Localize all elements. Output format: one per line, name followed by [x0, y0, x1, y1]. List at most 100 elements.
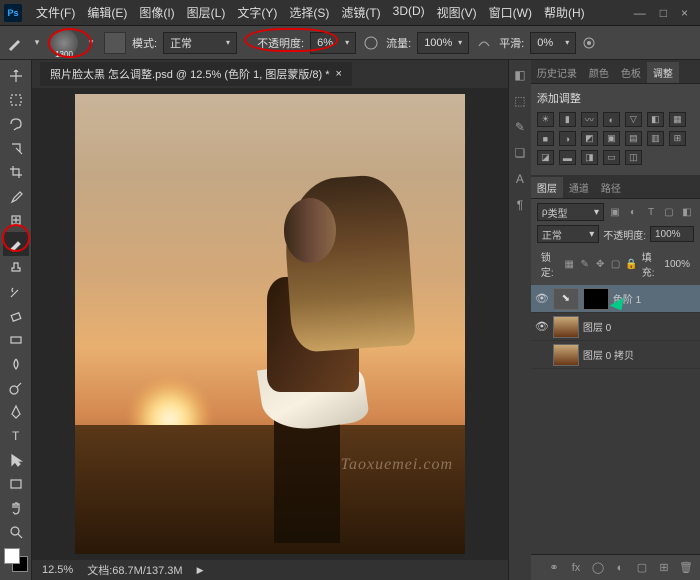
bw-icon[interactable]: ◑ [559, 131, 576, 146]
blend-mode-dropdown[interactable]: 正常▾ [537, 225, 599, 243]
menu-item[interactable]: 编辑(E) [81, 4, 133, 21]
group-icon[interactable]: ▢ [634, 560, 650, 576]
layer-fill-input[interactable]: 100% [664, 259, 690, 270]
close-icon[interactable]: × [336, 68, 342, 80]
link-layers-icon[interactable]: ⚭ [546, 560, 562, 576]
menu-item[interactable]: 选择(S) [283, 4, 335, 21]
chevron-down-icon[interactable]: ▾ [84, 31, 98, 55]
layer-row[interactable]: 图层 0 拷贝 [531, 341, 700, 369]
lock-pixels-icon[interactable]: ✎ [579, 257, 590, 271]
brightness-icon[interactable]: ☀ [537, 112, 554, 127]
adjustment-icon[interactable]: ◧ [647, 112, 664, 127]
hand-tool[interactable] [3, 496, 29, 520]
brush-preview[interactable]: 1300 [50, 29, 78, 57]
stamp-tool[interactable] [3, 256, 29, 280]
shape-tool[interactable] [3, 472, 29, 496]
panel-icon[interactable]: ✎ [511, 118, 529, 136]
posterize-icon[interactable]: ▬ [559, 150, 576, 165]
gradient-map-icon[interactable]: ▭ [603, 150, 620, 165]
smooth-input[interactable]: 0%▾ [530, 32, 576, 54]
history-brush-tool[interactable] [3, 280, 29, 304]
filter-icon[interactable]: ◐ [626, 205, 640, 219]
maximize-button[interactable]: □ [660, 6, 667, 20]
trash-icon[interactable]: 🗑 [678, 560, 694, 576]
channel-mixer-icon[interactable]: ▣ [603, 131, 620, 146]
minimize-button[interactable]: — [634, 6, 646, 20]
lock-transparency-icon[interactable]: ▦ [564, 257, 575, 271]
pressure-opacity-icon[interactable] [362, 34, 380, 52]
new-layer-icon[interactable]: ⊞ [656, 560, 672, 576]
layers-list[interactable]: 👁⬊色阶 1👁图层 0图层 0 拷贝 [531, 285, 700, 554]
canvas-area[interactable]: Taoxuemei.com [32, 88, 508, 560]
panel-tab[interactable]: 历史记录 [531, 62, 583, 83]
type-panel-icon[interactable]: A [511, 170, 529, 188]
menu-item[interactable]: 帮助(H) [538, 4, 591, 21]
chevron-down-icon[interactable]: ▾ [30, 31, 44, 55]
opacity-input[interactable]: 6%▾ [310, 32, 356, 54]
curves-icon[interactable]: 〰 [581, 112, 598, 127]
airbrush-icon[interactable] [475, 34, 493, 52]
panel-tab[interactable]: 调整 [647, 62, 679, 83]
layer-row[interactable]: 👁⬊色阶 1 [531, 285, 700, 313]
filter-icon[interactable]: T [644, 205, 658, 219]
document-tab[interactable]: 照片脸太黑 怎么调整.psd @ 12.5% (色阶 1, 图层蒙版/8) * … [40, 62, 352, 86]
eyedropper-tool[interactable] [3, 184, 29, 208]
quick-select-tool[interactable] [3, 136, 29, 160]
panel-tab[interactable]: 通道 [563, 177, 595, 198]
menu-item[interactable]: 3D(D) [387, 4, 431, 21]
menu-item[interactable]: 文字(Y) [231, 4, 283, 21]
path-select-tool[interactable] [3, 448, 29, 472]
blend-mode-dropdown[interactable]: 正常▾ [163, 32, 237, 54]
invert-icon[interactable]: ◪ [537, 150, 554, 165]
move-tool[interactable] [3, 64, 29, 88]
lock-position-icon[interactable]: ✥ [594, 257, 605, 271]
levels-icon[interactable]: ▮ [559, 112, 576, 127]
menu-item[interactable]: 窗口(W) [483, 4, 538, 21]
adjustment-icon[interactable]: ▥ [647, 131, 664, 146]
zoom-tool[interactable] [3, 520, 29, 544]
eraser-tool[interactable] [3, 304, 29, 328]
visibility-icon[interactable]: 👁 [535, 320, 549, 333]
pen-tool[interactable] [3, 400, 29, 424]
menu-item[interactable]: 视图(V) [431, 4, 483, 21]
visibility-icon[interactable]: 👁 [535, 292, 549, 305]
menu-item[interactable]: 图层(L) [181, 4, 232, 21]
dodge-tool[interactable] [3, 376, 29, 400]
paragraph-panel-icon[interactable]: ¶ [511, 196, 529, 214]
hue-icon[interactable]: ■ [537, 131, 554, 146]
type-tool[interactable]: T [3, 424, 29, 448]
flow-input[interactable]: 100%▾ [417, 32, 469, 54]
lock-all-icon[interactable]: 🔒 [625, 257, 637, 271]
crop-tool[interactable] [3, 160, 29, 184]
panel-icon[interactable]: ◧ [511, 66, 529, 84]
panel-icon[interactable]: ⬚ [511, 92, 529, 110]
menu-item[interactable]: 图像(I) [133, 4, 180, 21]
layer-row[interactable]: 👁图层 0 [531, 313, 700, 341]
filter-icon[interactable]: ◧ [680, 205, 694, 219]
selective-color-icon[interactable]: ◫ [625, 150, 642, 165]
adjustment-icon[interactable]: ⊞ [669, 131, 686, 146]
zoom-level[interactable]: 12.5% [42, 564, 73, 576]
panel-tab[interactable]: 路径 [595, 177, 627, 198]
filter-icon[interactable]: ▢ [662, 205, 676, 219]
canvas[interactable]: Taoxuemei.com [75, 94, 465, 554]
lasso-tool[interactable] [3, 112, 29, 136]
fx-icon[interactable]: fx [568, 560, 584, 576]
close-button[interactable]: × [681, 6, 688, 20]
panel-tab[interactable]: 色板 [615, 62, 647, 83]
photo-filter-icon[interactable]: ◩ [581, 131, 598, 146]
panel-icon[interactable]: ❏ [511, 144, 529, 162]
brush-panel-toggle[interactable] [104, 32, 126, 54]
gear-icon[interactable] [582, 36, 596, 50]
layer-filter-dropdown[interactable]: ρ 类型▾ [537, 203, 604, 221]
mask-icon[interactable]: ◯ [590, 560, 606, 576]
marquee-tool[interactable] [3, 88, 29, 112]
vibrance-icon[interactable]: ▽ [625, 112, 642, 127]
brush-tool[interactable] [3, 232, 29, 256]
adjustment-icon[interactable]: ▦ [669, 112, 686, 127]
gradient-tool[interactable] [3, 328, 29, 352]
filter-icon[interactable]: ▣ [608, 205, 622, 219]
healing-tool[interactable] [3, 208, 29, 232]
threshold-icon[interactable]: ◨ [581, 150, 598, 165]
adjustment-icon[interactable]: ▤ [625, 131, 642, 146]
